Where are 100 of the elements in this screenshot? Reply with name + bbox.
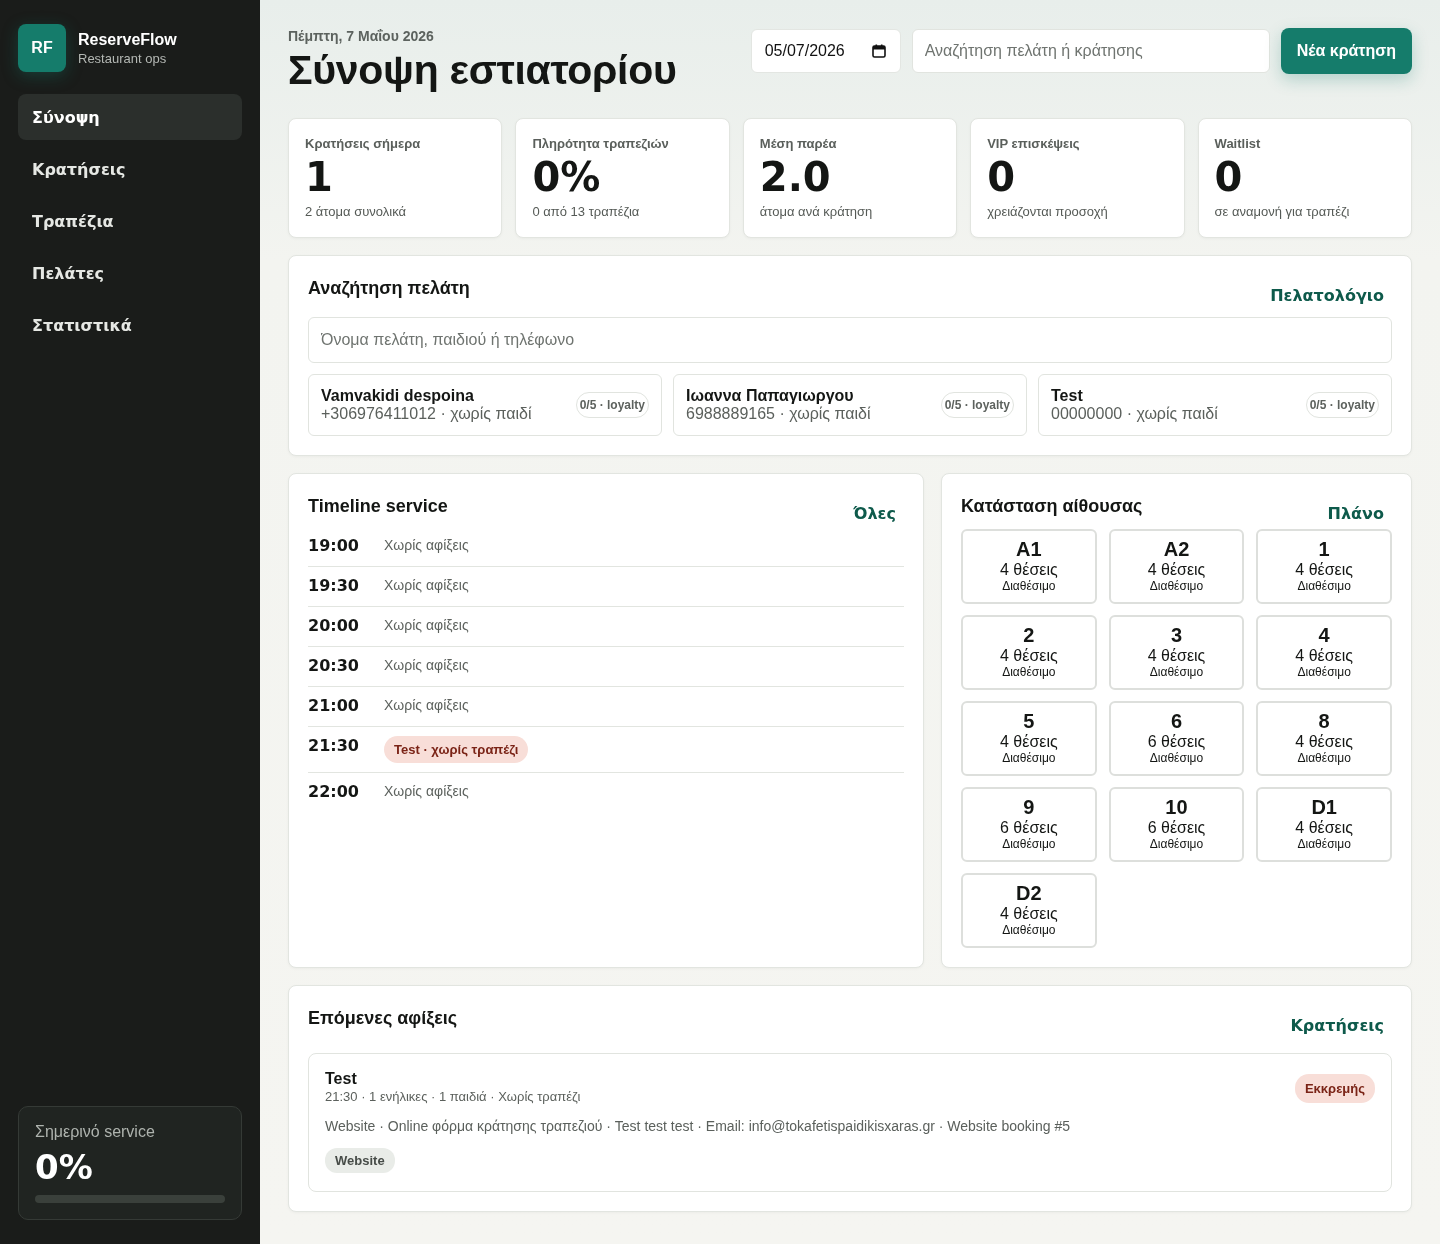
table-tile[interactable]: A2 4 θέσεις Διαθέσιμο [1108,529,1245,604]
table-tile[interactable]: 5 4 θέσεις Διαθέσιμο [961,701,1097,776]
customer-details: 00000000 · χωρίς παιδί [1051,405,1218,423]
floor-plan-link[interactable]: Πλάνο [1327,504,1384,523]
panel-title: Timeline service [308,496,448,517]
stat-note: χρειάζονται προσοχή [987,204,1109,219]
table-status: Διαθέσιμο [1297,578,1351,595]
table-seats: 4 θέσεις [1295,731,1353,751]
stat-note: 2 άτομα συνολικά [305,204,408,219]
table-seats: 4 θέσεις [1295,817,1353,837]
stat-label: VIP επισκέψεις [987,136,1081,151]
table-tile[interactable]: 6 6 θέσεις Διαθέσιμο [1108,701,1245,776]
table-tile[interactable]: 8 4 θέσεις Διαθέσιμο [1256,701,1392,776]
nav-item[interactable]: Σύνοψη [18,94,242,140]
stat-value: 0 [1214,153,1244,201]
stat-label: Waitlist [1214,136,1262,151]
table-seats: 4 θέσεις [1000,645,1058,665]
booking-summary: 21:30 · 1 ενήλικες · 1 παιδιά · Χωρίς τραπέζι [325,1089,581,1104]
date-label: Πέμπτη, 7 Μαΐου 2026 [288,28,435,44]
new-booking-button[interactable]: Νέα κράτηση [1280,28,1412,74]
search-field[interactable]: Αναζήτηση πελάτη ή κράτησης [911,29,1270,73]
table-tile[interactable]: 2 4 θέσεις Διαθέσιμο [961,615,1097,690]
slot-text: Χωρίς αφίξεις [384,657,469,673]
customer-list-link[interactable]: Πελατολόγιο [1270,286,1384,305]
customer-details: +306976411012 · χωρίς παιδί [321,405,532,423]
table-tile[interactable]: A1 4 θέσεις Διαθέσιμο [961,529,1097,604]
table-seats: 6 θέσεις [1147,731,1206,751]
slot-time: 22:00 [308,782,360,801]
table-name: 2 [1023,624,1035,646]
slot-time: 21:00 [308,696,360,715]
table-tile[interactable]: 9 6 θέσεις Διαθέσιμο [961,787,1097,862]
table-status: Διαθέσιμο [1002,750,1056,767]
customer-card[interactable]: Test 00000000 · χωρίς παιδί 0/5 · loyalty [1038,374,1392,436]
table-seats: 4 θέσεις [1295,645,1353,665]
panel-title: Κατάσταση αίθουσας [961,496,1143,517]
table-name: D2 [1016,882,1042,904]
slot-text: Χωρίς αφίξεις [384,783,469,799]
stat-label: Πληρότητα τραπεζιών [532,136,670,151]
table-tile[interactable]: D1 4 θέσεις Διαθέσιμο [1256,787,1392,862]
customer-card[interactable]: Ιωαννα Παπαγιωργου 6988889165 · χωρίς παιδί 0/5 · loyalty [673,374,1027,436]
nav-item[interactable]: Στατιστικά [18,302,242,348]
table-name: 1 [1318,538,1330,560]
date-field[interactable]: 05/07/2026 [750,29,901,73]
table-seats: 4 θέσεις [1000,731,1058,751]
bookings-link[interactable]: Κρατήσεις [1290,1016,1384,1035]
table-tile[interactable]: D2 4 θέσεις Διαθέσιμο [961,873,1097,948]
slot-time: 20:30 [308,656,360,675]
slot-text: Χωρίς αφίξεις [384,697,469,713]
guest-name: Test [325,1070,358,1088]
booking-notes: Website · Online φόρμα κράτησης τραπεζιού · Test test test · Email: info@tokafetispaidikisxaras.gr · Website booking #5 [325,1118,1071,1134]
table-seats: 4 θέσεις [1000,559,1058,579]
table-name: 9 [1023,796,1035,818]
table-status: Διαθέσιμο [1002,922,1056,939]
table-tile[interactable]: 4 4 θέσεις Διαθέσιμο [1256,615,1392,690]
table-status: Διαθέσιμο [1002,836,1056,853]
slot-text: Χωρίς αφίξεις [384,577,469,593]
calendar-icon [871,44,886,58]
table-seats: 4 θέσεις [1147,645,1206,665]
table-name: 5 [1023,710,1035,732]
table-name: 3 [1170,624,1183,646]
stat-label: Μέση παρέα [759,136,838,151]
status-badge: Εκκρεμής [1294,1074,1375,1103]
source-tag: Website [325,1148,395,1173]
nav-item[interactable]: Κρατήσεις [18,146,242,192]
table-name: 6 [1170,710,1183,732]
panel-title: Επόμενες αφίξεις [308,1008,458,1029]
stat-value: 0 [987,153,1017,201]
all-link[interactable]: Όλες [853,504,896,523]
table-name: A2 [1163,538,1190,560]
table-name: 10 [1165,796,1188,818]
table-status: Διαθέσιμο [1002,664,1056,681]
stat-value: 2.0 [759,153,832,201]
service-label: Σημερινό service [35,1123,156,1141]
slot-time: 20:00 [308,616,360,635]
brand-name: ReserveFlow [78,30,177,49]
slot-time: 19:30 [308,576,360,595]
customer-details: 6988889165 · χωρίς παιδί [686,405,871,423]
slot-time: 19:00 [308,536,360,555]
slot-time: 21:30 [308,736,360,755]
table-name: 4 [1318,624,1330,646]
table-tile[interactable]: 3 4 θέσεις Διαθέσιμο [1108,615,1245,690]
customer-name: Vamvakidi despoina [321,387,475,405]
table-status: Διαθέσιμο [1149,664,1204,681]
stat-note: σε αναμονή για τραπέζι [1214,204,1351,219]
nav-item[interactable]: Πελάτες [18,250,242,296]
table-status: Διαθέσιμο [1149,750,1204,767]
customer-card[interactable]: Vamvakidi despoina +306976411012 · χωρίς παιδί 0/5 · loyalty [308,374,662,436]
stat-label: Κρατήσεις σήμερα [305,136,422,151]
booking-pill[interactable]: Test · χωρίς τραπέζι [384,736,529,763]
search-field[interactable]: Όνομα πελάτη, παιδιού ή τηλέφωνο [308,317,1392,363]
nav-item[interactable]: Τραπέζια [18,198,242,244]
table-status: Διαθέσιμο [1149,836,1204,853]
table-tile[interactable]: 10 6 θέσεις Διαθέσιμο [1108,787,1245,862]
table-tile[interactable]: 1 4 θέσεις Διαθέσιμο [1256,529,1392,604]
customer-name: Ιωαννα Παπαγιωργου [686,387,855,405]
arrival-card[interactable]: Test 21:30 · 1 ενήλικες · 1 παιδιά · Χωρίς τραπέζι Εκκρεμής Website · Online φόρμα κράτησης τραπεζιού · Test test test · Email: info@tokafetispaidikisxaras.gr · Website booking #5 Website [308,1053,1392,1192]
slot-text: Χωρίς αφίξεις [384,537,469,553]
panel-title: Αναζήτηση πελάτη [308,278,470,299]
table-name: D1 [1311,796,1337,818]
brand-tagline: Restaurant ops [78,50,168,66]
